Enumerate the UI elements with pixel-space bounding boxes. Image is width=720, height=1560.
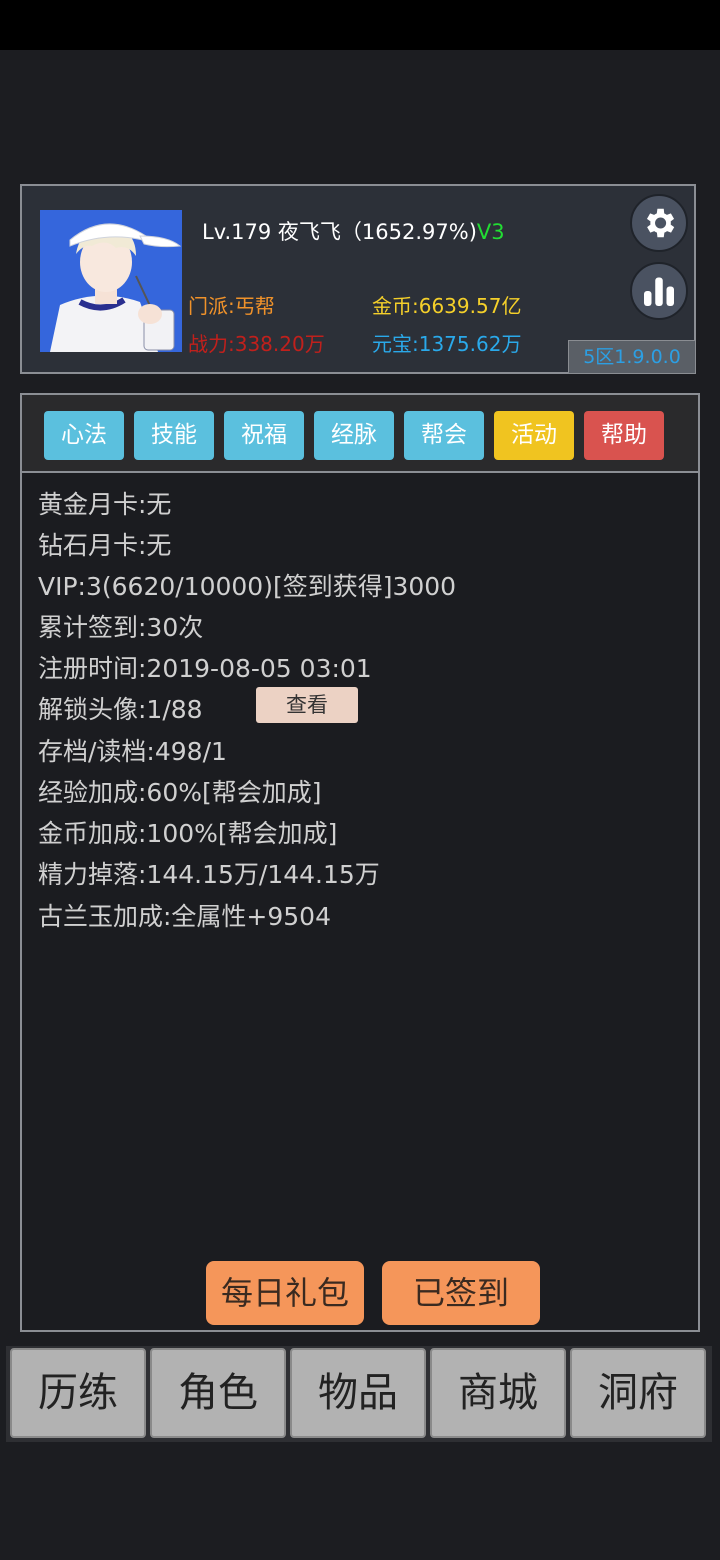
main-panel: 心法 技能 祝福 经脉 帮会 活动 帮助 黄金月卡:无 钻石月卡:无 VIP:3… <box>20 393 700 1332</box>
tab-skills[interactable]: 技能 <box>134 411 214 460</box>
tab-bar: 心法 技能 祝福 经脉 帮会 活动 帮助 <box>22 395 698 473</box>
gold-bonus: 金币加成:100%[帮会加成] <box>38 819 338 848</box>
gold-monthly-card: 黄金月卡:无 <box>38 490 172 519</box>
ranking-button[interactable] <box>630 262 688 320</box>
profile-panel: Lv.179 夜飞飞（1652.97%)V3 门派:丐帮 战力:338.20万 … <box>20 184 696 374</box>
nav-shop[interactable]: 商城 <box>430 1348 566 1438</box>
daily-gift-button[interactable]: 每日礼包 <box>206 1261 364 1325</box>
diamond-monthly-card: 钻石月卡:无 <box>38 531 172 560</box>
tab-guild[interactable]: 帮会 <box>404 411 484 460</box>
bar-chart-icon <box>644 277 674 306</box>
unlocked-avatars: 解锁头像:1/88 <box>38 695 203 724</box>
nav-character[interactable]: 角色 <box>150 1348 286 1438</box>
avatar[interactable] <box>40 210 182 352</box>
save-load-count: 存档/读档:498/1 <box>38 737 227 766</box>
yuanbao-label: 元宝:1375.62万 <box>372 332 522 356</box>
vip-level: V3 <box>476 220 505 244</box>
tab-blessing[interactable]: 祝福 <box>224 411 304 460</box>
nav-items[interactable]: 物品 <box>290 1348 426 1438</box>
signed-in-button[interactable]: 已签到 <box>382 1261 540 1325</box>
nav-cave[interactable]: 洞府 <box>570 1348 706 1438</box>
tab-xinfa[interactable]: 心法 <box>44 411 124 460</box>
energy-drop: 精力掉落:144.15万/144.15万 <box>38 860 380 889</box>
faction-label: 门派:丐帮 <box>188 294 275 318</box>
total-signins: 累计签到:30次 <box>38 613 204 642</box>
nav-training[interactable]: 历练 <box>10 1348 146 1438</box>
settings-button[interactable] <box>630 194 688 252</box>
vip-progress: VIP:3(6620/10000)[签到获得]3000 <box>38 572 457 601</box>
player-name-text: Lv.179 夜飞飞（1652.97%) <box>202 220 477 244</box>
gulan-jade-bonus: 古兰玉加成:全属性+9504 <box>38 902 331 931</box>
view-avatars-button[interactable]: 查看 <box>256 687 358 723</box>
tab-events[interactable]: 活动 <box>494 411 574 460</box>
exp-bonus: 经验加成:60%[帮会加成] <box>38 778 322 807</box>
bottom-nav: 历练 角色 物品 商城 洞府 <box>6 1346 712 1442</box>
server-version-badge: 5区1.9.0.0 <box>568 340 696 374</box>
player-level-name: Lv.179 夜飞飞（1652.97%)V3 <box>202 216 505 246</box>
power-label: 战力:338.20万 <box>188 332 325 356</box>
tab-help[interactable]: 帮助 <box>584 411 664 460</box>
register-time: 注册时间:2019-08-05 03:01 <box>38 654 372 683</box>
gear-icon <box>646 208 675 238</box>
tab-meridians[interactable]: 经脉 <box>314 411 394 460</box>
gold-label: 金币:6639.57亿 <box>372 294 522 318</box>
status-bar <box>0 0 720 50</box>
